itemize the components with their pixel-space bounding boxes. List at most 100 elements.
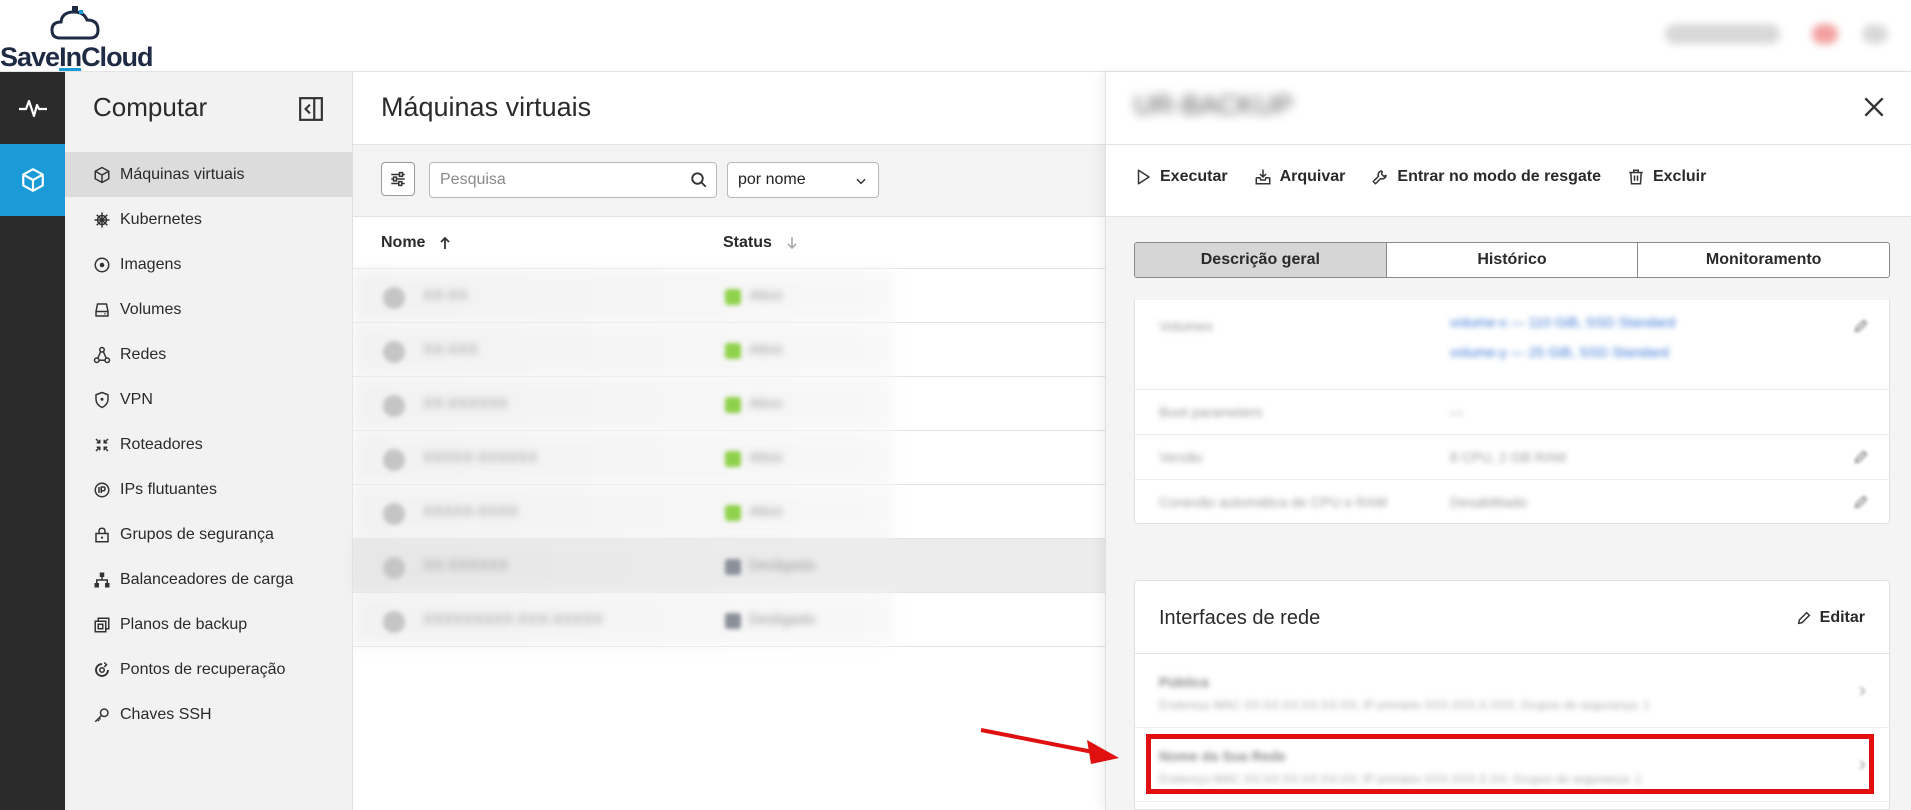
detail-value: — [1450,404,1464,420]
vm-name[interactable]: XX-XX [423,287,468,304]
sidebar-item-routers[interactable]: Roteadores [65,422,353,467]
arrow-up-icon [440,236,451,249]
rescue-mode-button[interactable]: Entrar no modo de resgate [1371,168,1601,186]
delete-button[interactable]: Excluir [1627,168,1706,186]
table-row[interactable]: XX-XXX Ativo [353,323,1105,377]
detail-value[interactable]: volume-x — 110 GiB, SSD Standard [1450,314,1675,330]
project-selector[interactable] [1665,24,1780,44]
network-interface-item[interactable]: Nome da Sua Rede Endereço MAC XX:XX:XX:X… [1135,728,1891,802]
vm-detail-panel: UR-BACKUP Executar Arquivar Entrar no mo… [1105,72,1911,810]
backup-icon [94,617,110,632]
interface-details: Endereço MAC XX:XX:XX:XX:XX:XX; IP primá… [1159,698,1650,712]
collapse-sidebar-icon[interactable] [298,96,324,122]
vm-status: Ativo [749,341,783,358]
pencil-icon[interactable] [1853,318,1869,334]
sidebar-item-recovery-points[interactable]: Pontos de recuperação [65,647,353,692]
network-interface-item[interactable]: Pública Endereço MAC XX:XX:XX:XX:XX:XX; … [1135,654,1891,728]
vm-status: Ativo [749,503,783,520]
pencil-icon[interactable] [1853,494,1869,510]
sidebar-title: Computar [93,92,208,122]
tab-history[interactable]: Histórico [1387,243,1639,277]
vm-detail-title: UR-BACKUP [1134,90,1294,120]
interface-details: Endereço MAC XX:XX:XX:XX:XX:XX; IP primá… [1159,772,1642,786]
table-row[interactable]: XX-XXXXXX Ativo [353,377,1105,431]
filter-button[interactable] [381,162,415,196]
vm-status: Desligado [749,557,816,574]
logo[interactable]: SaveInCloud [0,6,160,72]
sidebar-item-ssh-keys[interactable]: Chaves SSH [65,692,353,737]
run-button[interactable]: Executar [1134,168,1228,186]
account-avatar[interactable] [1862,24,1888,44]
search-box [429,162,717,198]
vm-name[interactable]: XXXXX-XXXXXX [423,449,538,466]
vm-name[interactable]: XX-XXXXXX [423,395,508,412]
key-icon [94,707,109,722]
sidebar-item-volumes[interactable]: Volumes [65,287,353,332]
sidebar-item-vpn[interactable]: VPN [65,377,353,422]
action-label: Arquivar [1279,168,1346,185]
column-header-status[interactable]: Status [723,234,798,252]
table-row[interactable]: XX-XX Ativo [353,269,1105,323]
vm-icon [383,611,405,633]
divider [1106,144,1911,145]
search-icon[interactable] [690,171,708,189]
trash-icon [1629,169,1643,185]
pencil-icon[interactable] [1853,449,1869,465]
list-toolbar: por nome [353,145,1105,217]
tab-overview[interactable]: Descrição geral [1135,243,1387,277]
chevron-down-icon [856,178,866,185]
edit-network-button[interactable]: Editar [1796,609,1865,627]
search-input[interactable] [430,163,680,197]
detail-value[interactable]: volume-y — 25 GiB, SSD Standard [1450,344,1669,360]
sidebar-item-label: Volumes [120,300,182,318]
tab-monitoring[interactable]: Monitoramento [1638,243,1889,277]
vm-name[interactable]: XXXXXXXXX-XXX-XXXXX [423,611,603,628]
top-bar: SaveInCloud [0,0,1911,72]
status-dot [725,505,741,521]
table-row[interactable]: XXXXX-XXXXXX Ativo [353,431,1105,485]
drive-icon [95,302,109,317]
rail-compute-button[interactable] [0,144,65,216]
disc-icon [94,257,110,272]
notifications-icon[interactable] [1812,24,1838,44]
vm-name[interactable]: XX-XXXXXX [423,557,508,574]
sliders-icon [391,171,405,187]
sidebar-item-security-groups[interactable]: Grupos de segurança [65,512,353,557]
detail-row-autoscale: Conexão automática de CPU e RAM Desabili… [1135,480,1891,524]
sidebar-item-floating-ips[interactable]: IPs flutuantes [65,467,353,512]
sidebar-item-backup-plans[interactable]: Planos de backup [65,602,353,647]
vm-icon [383,341,405,363]
page-title: Máquinas virtuais [381,92,592,122]
helm-icon [94,212,110,227]
sidebar-item-virtual-machines[interactable]: Máquinas virtuais [65,152,353,197]
sidebar-item-networks[interactable]: Redes [65,332,353,377]
pulse-icon [18,99,47,118]
sidebar-item-load-balancers[interactable]: Balanceadores de carga [65,557,353,602]
action-label: Entrar no modo de resgate [1397,168,1601,185]
vm-name[interactable]: XXXXX-XXXX [423,503,518,520]
sidebar-item-label: Planos de backup [120,615,248,633]
table-row[interactable]: XXXXXXXXX-XXX-XXXXX Desligado [353,593,1105,647]
column-header-label: Nome [381,234,426,251]
app-rail [0,72,65,810]
table-row-selected[interactable]: XX-XXXXXX Desligado [353,539,1105,593]
cube-icon [21,168,44,192]
sidebar-item-images[interactable]: Imagens [65,242,353,287]
table-row[interactable]: XXXXX-XXXX Ativo [353,485,1105,539]
column-header-name[interactable]: Nome [381,234,451,252]
logo-wordmark: SaveInCloud [0,42,154,72]
detail-row-version: Versão 8 CPU, 2 GB RAM [1135,435,1891,480]
archive-icon [1255,169,1271,185]
rail-monitoring-button[interactable] [0,72,65,144]
sidebar-item-label: Balanceadores de carga [120,570,294,588]
network-interfaces-card: Interfaces de rede Editar Pública Endere… [1134,580,1891,810]
vm-status: Ativo [749,395,783,412]
sidebar-item-kubernetes[interactable]: Kubernetes [65,197,353,242]
status-dot [725,289,741,305]
pencil-icon [1797,611,1811,625]
vm-name[interactable]: XX-XXX [423,341,478,358]
wrench-icon [1372,170,1388,185]
sort-select[interactable]: por nome [727,162,879,198]
archive-button[interactable]: Arquivar [1254,168,1346,186]
close-icon[interactable] [1861,94,1887,120]
